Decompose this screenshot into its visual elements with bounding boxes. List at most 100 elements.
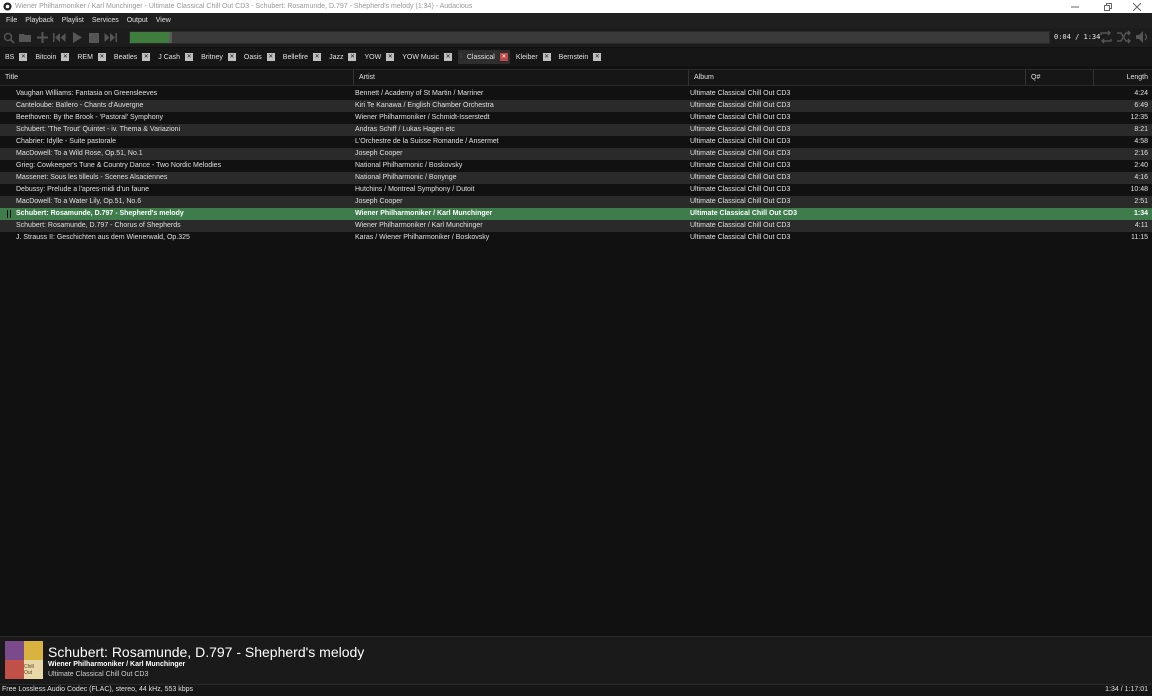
now-playing-album: Ultimate Classical Chill Out CD3 xyxy=(48,671,149,678)
title-bar: Wiener Philharmoniker / Karl Munchinger … xyxy=(0,0,1152,13)
column-album[interactable]: Album xyxy=(689,70,1026,85)
stop-icon[interactable] xyxy=(85,29,102,46)
track-artist: Joseph Cooper xyxy=(355,150,403,157)
track-album: Ultimate Classical Chill Out CD3 xyxy=(690,162,791,169)
track-title: MacDowell: To a Water Lily, Op.51, No.6 xyxy=(16,198,142,205)
seek-bar[interactable] xyxy=(129,31,1050,44)
playlist-tab-label: Bitcoin xyxy=(35,53,57,61)
track-album: Ultimate Classical Chill Out CD3 xyxy=(690,210,797,217)
playlist-tab[interactable]: BS ✕ xyxy=(3,50,29,64)
track-album: Ultimate Classical Chill Out CD3 xyxy=(690,186,791,193)
track-album: Ultimate Classical Chill Out CD3 xyxy=(690,90,791,97)
playlist-tab[interactable]: Bellefire ✕ xyxy=(281,50,323,64)
close-tab-icon[interactable]: ✕ xyxy=(185,53,194,61)
drag-handle-icon[interactable]: ⁞ xyxy=(460,54,462,60)
playlist-tab[interactable]: REM ✕ xyxy=(75,50,108,64)
track-length: 11:15 xyxy=(1131,234,1148,241)
close-tab-icon[interactable]: ✕ xyxy=(386,53,395,61)
close-tab-icon[interactable]: ✕ xyxy=(97,53,106,61)
codec-info: Free Lossless Audio Codec (FLAC), stereo… xyxy=(2,686,194,693)
playlist-tab[interactable]: YOW ✕ xyxy=(362,50,396,64)
restore-icon[interactable] xyxy=(1093,0,1123,13)
close-tab-icon[interactable]: ✕ xyxy=(142,53,151,61)
table-row[interactable]: MacDowell: To a Wild Rose, Op.51, No.1 Jo… xyxy=(0,148,1152,160)
now-playing-panel: Chill Out Schubert: Rosamunde, D.797 - S… xyxy=(0,636,1152,684)
open-folder-icon[interactable] xyxy=(17,29,34,46)
menu-services[interactable]: Services xyxy=(88,17,123,24)
close-tab-icon[interactable]: ✕ xyxy=(227,53,236,61)
menu-playback[interactable]: Playback xyxy=(21,17,57,24)
playlist-tab[interactable]: Bitcoin ✕ xyxy=(33,50,71,64)
track-artist: Bennett / Academy of St Martin / Marrine… xyxy=(355,90,484,97)
playlist-tab[interactable]: Britney ✕ xyxy=(199,50,238,64)
table-row[interactable]: Schubert: 'The Trout' Quintet - iv. Them… xyxy=(0,124,1152,136)
menu-view[interactable]: View xyxy=(152,17,175,24)
playlist-tab[interactable]: J Cash ✕ xyxy=(156,50,195,64)
track-length: 6:49 xyxy=(1134,102,1148,109)
track-artist: L'Orchestre de la Suisse Romande / Anser… xyxy=(355,138,499,145)
track-album: Ultimate Classical Chill Out CD3 xyxy=(690,138,791,145)
track-album: Ultimate Classical Chill Out CD3 xyxy=(690,150,791,157)
table-row[interactable]: Schubert: Rosamunde, D.797 - Chorus of S… xyxy=(0,220,1152,232)
close-tab-icon[interactable]: ✕ xyxy=(19,53,28,61)
close-tab-icon[interactable]: ✕ xyxy=(542,53,551,61)
close-tab-icon[interactable]: ✕ xyxy=(61,53,70,61)
playlist-tabs: BS ✕ Bitcoin ✕ REM ✕ Beatles ✕ J Cash ✕ Britney ✕ Oa… xyxy=(0,48,1152,66)
playlist-tab[interactable]: ⁞ Classical ✕ xyxy=(458,50,510,64)
column-queue[interactable]: Q# xyxy=(1026,70,1094,85)
search-icon[interactable] xyxy=(0,29,17,46)
toolbar: 0:04 / 1:34 xyxy=(0,28,1152,47)
table-row[interactable]: Canteloube: Baïlero - Chants d'Auvergne K… xyxy=(0,100,1152,112)
table-row[interactable]: J. Strauss II: Geschichten aus dem Wiene… xyxy=(0,232,1152,244)
table-row[interactable]: Vaughan Williams: Fantasia on Greensleev… xyxy=(0,88,1152,100)
table-row[interactable]: MacDowell: To a Water Lily, Op.51, No.6 J… xyxy=(0,196,1152,208)
menu-output[interactable]: Output xyxy=(123,17,152,24)
menu-file[interactable]: File xyxy=(2,17,21,24)
playlist-tab[interactable]: Oasis ✕ xyxy=(242,50,277,64)
next-icon[interactable] xyxy=(102,29,119,46)
track-length: 2:51 xyxy=(1134,198,1148,205)
table-row-current[interactable]: Schubert: Rosamunde, D.797 - Shepherd's … xyxy=(0,208,1152,220)
track-length: 2:40 xyxy=(1134,162,1148,169)
shuffle-icon[interactable] xyxy=(1116,29,1132,47)
playlist-tab[interactable]: YOW Music ✕ xyxy=(400,50,454,64)
close-tab-icon[interactable]: ✕ xyxy=(266,53,275,61)
close-tab-icon[interactable]: ✕ xyxy=(499,53,508,61)
track-album: Ultimate Classical Chill Out CD3 xyxy=(690,198,791,205)
column-header: Title Artist Album Q# Length xyxy=(0,69,1152,86)
close-tab-icon[interactable]: ✕ xyxy=(348,53,357,61)
close-icon[interactable] xyxy=(1122,0,1152,13)
repeat-icon[interactable] xyxy=(1098,29,1114,47)
menu-bar: File Playback Playlist Services Output V… xyxy=(0,13,1152,28)
minimize-icon[interactable] xyxy=(1060,0,1090,13)
track-title: MacDowell: To a Wild Rose, Op.51, No.1 xyxy=(16,150,143,157)
playlist-tab[interactable]: Kleiber ✕ xyxy=(514,50,553,64)
table-row[interactable]: Massenet: Sous les tilleuls - Scenes Als… xyxy=(0,172,1152,184)
table-row[interactable]: Chabrier: Idylle - Suite pastorale L'Orch… xyxy=(0,136,1152,148)
table-row[interactable]: Grieg: Cowkeeper's Tune & Country Dance … xyxy=(0,160,1152,172)
column-title[interactable]: Title xyxy=(0,70,354,85)
playlist-track-list[interactable]: Vaughan Williams: Fantasia on Greensleev… xyxy=(0,88,1152,636)
close-tab-icon[interactable]: ✕ xyxy=(313,53,322,61)
playlist-tab[interactable]: Beatles ✕ xyxy=(112,50,152,64)
playlist-tab[interactable]: Bernstein ✕ xyxy=(557,50,604,64)
table-row[interactable]: Beethoven: By the Brook - 'Pastoral' Sym… xyxy=(0,112,1152,124)
table-row[interactable]: Debussy: Prelude a l'apres-midi d'un fau… xyxy=(0,184,1152,196)
track-album: Ultimate Classical Chill Out CD3 xyxy=(690,174,791,181)
playlist-position: 1:34 / 1:17:01 xyxy=(1105,686,1148,693)
seek-handle[interactable] xyxy=(169,32,172,43)
add-icon[interactable] xyxy=(34,29,51,46)
play-icon[interactable] xyxy=(68,29,85,46)
column-length[interactable]: Length xyxy=(1094,70,1152,85)
column-artist[interactable]: Artist xyxy=(354,70,689,85)
playlist-tab[interactable]: Jazz ✕ xyxy=(327,50,358,64)
playlist-tab-label: Bernstein xyxy=(558,53,589,61)
track-artist: Joseph Cooper xyxy=(355,198,403,205)
volume-icon[interactable] xyxy=(1134,29,1150,47)
close-tab-icon[interactable]: ✕ xyxy=(444,53,453,61)
close-tab-icon[interactable]: ✕ xyxy=(593,53,602,61)
track-length: 4:24 xyxy=(1134,90,1148,97)
album-art: Chill Out xyxy=(5,641,43,679)
menu-playlist[interactable]: Playlist xyxy=(58,17,88,24)
previous-icon[interactable] xyxy=(51,29,68,46)
